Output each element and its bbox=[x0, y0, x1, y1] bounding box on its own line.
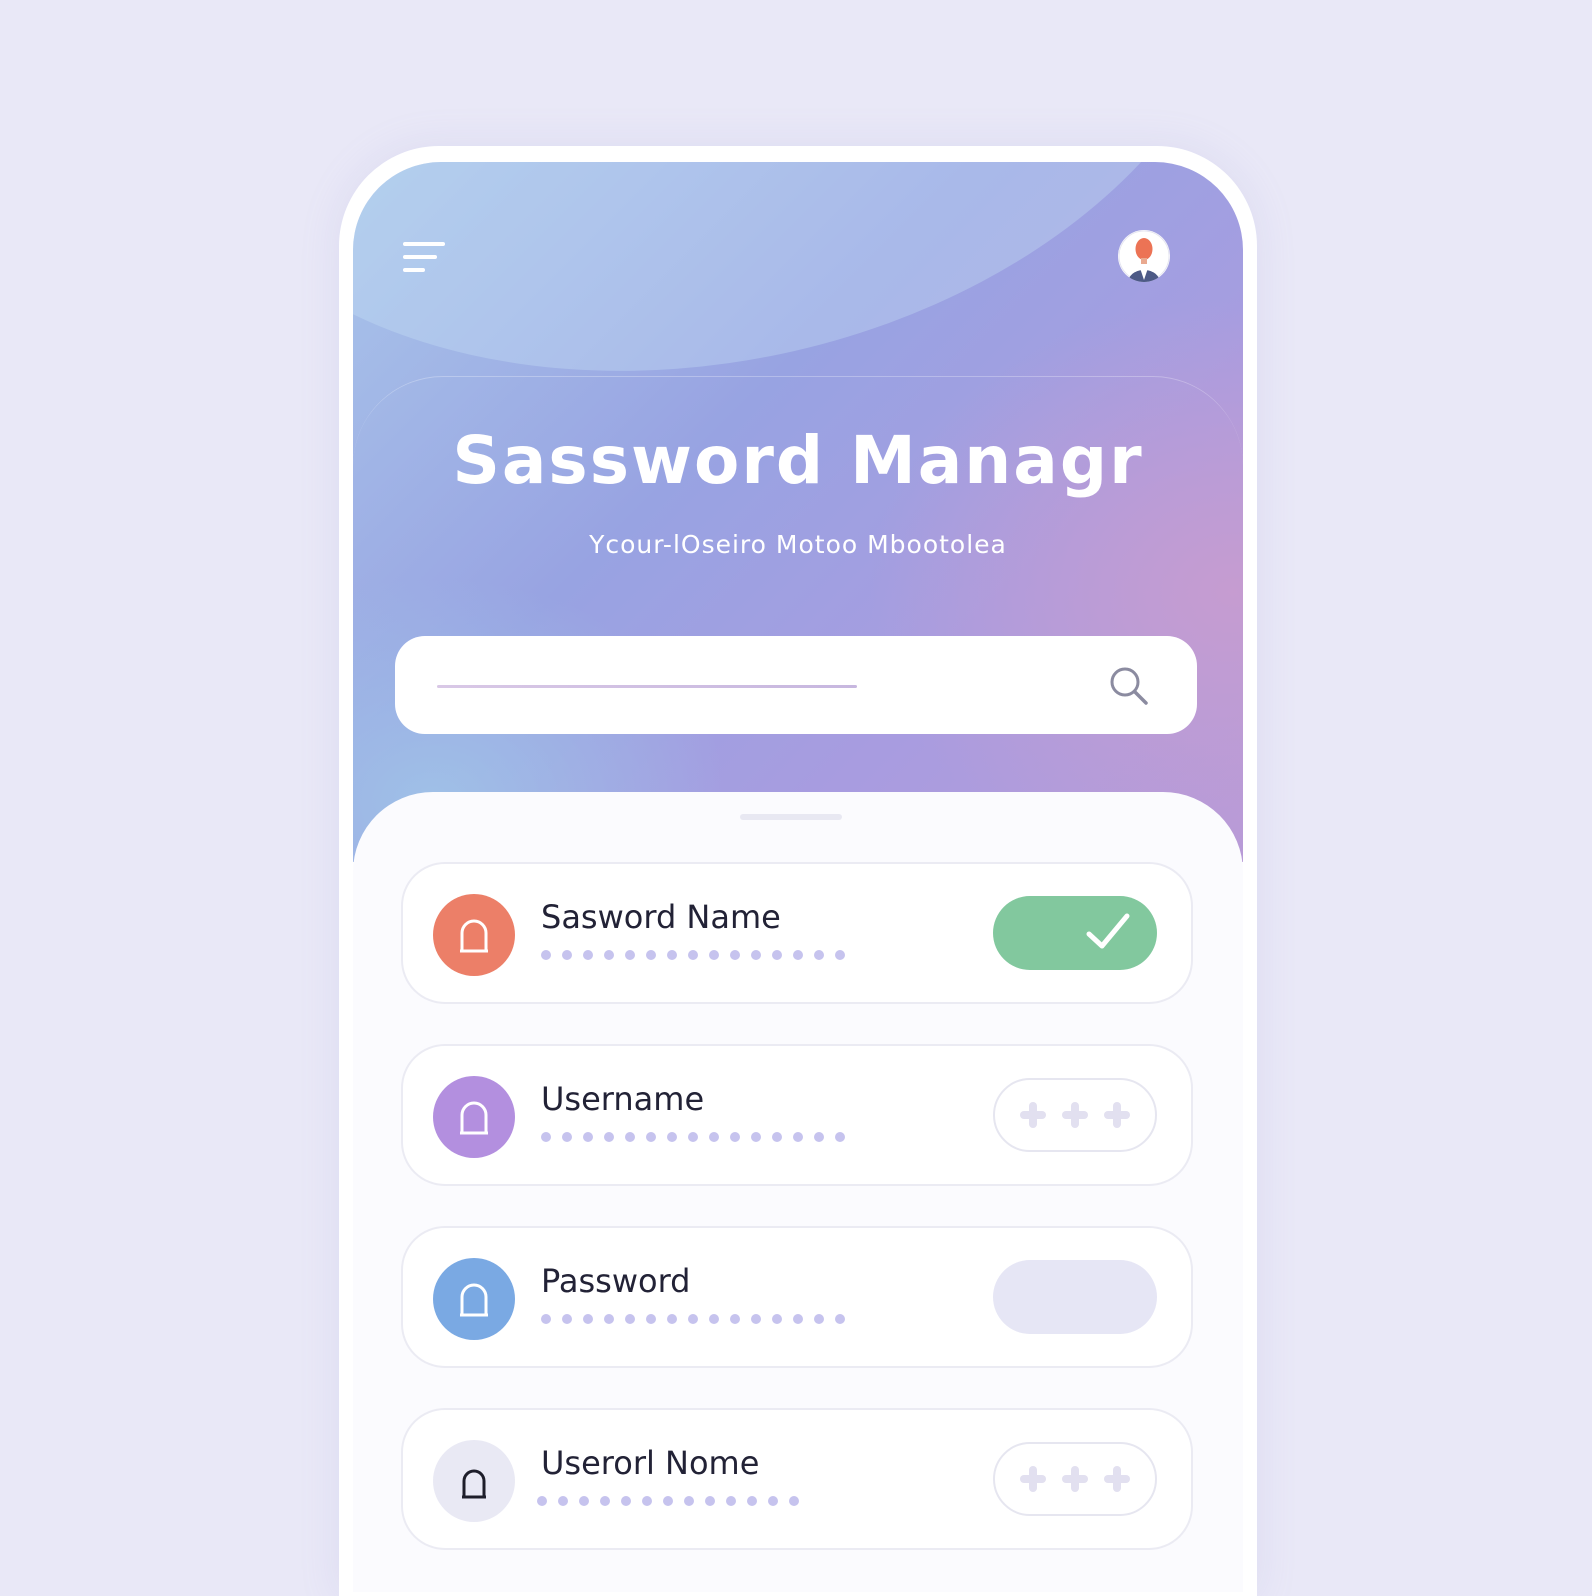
action-button[interactable] bbox=[993, 1260, 1157, 1334]
item-icon-badge bbox=[433, 894, 515, 976]
lock-icon bbox=[460, 1283, 488, 1317]
password-list-sheet: Sasword Name Username Password Userorl N… bbox=[353, 792, 1243, 1592]
masked-value bbox=[537, 1496, 799, 1508]
page-title: Sassword Managr bbox=[452, 422, 1144, 499]
search-input-text bbox=[437, 685, 857, 688]
item-icon-badge bbox=[433, 1258, 515, 1340]
list-item[interactable]: Userorl Nome bbox=[401, 1408, 1193, 1550]
search-input[interactable] bbox=[395, 636, 1197, 734]
phone-frame: Sassword Managr Ycour-lOseiro Motoo Mboo… bbox=[339, 146, 1257, 1596]
menu-icon[interactable] bbox=[403, 242, 447, 276]
list-item[interactable]: Sasword Name bbox=[401, 862, 1193, 1004]
list-item[interactable]: Username bbox=[401, 1044, 1193, 1186]
item-label: Username bbox=[541, 1080, 705, 1118]
page-subtitle: Ycour-lOseiro Motoo Mbootolea bbox=[589, 530, 1007, 559]
more-options-button[interactable] bbox=[993, 1078, 1157, 1152]
item-label: Userorl Nome bbox=[541, 1444, 760, 1482]
lock-icon bbox=[460, 1101, 488, 1135]
list-item[interactable]: Password bbox=[401, 1226, 1193, 1368]
avatar[interactable] bbox=[1118, 230, 1170, 282]
item-label: Sasword Name bbox=[541, 898, 781, 936]
checkmark-icon bbox=[1086, 913, 1130, 949]
verified-toggle[interactable] bbox=[993, 896, 1157, 970]
masked-value bbox=[541, 1132, 845, 1144]
search-icon[interactable] bbox=[1107, 664, 1151, 708]
masked-value bbox=[541, 950, 845, 962]
header-banner: Sassword Managr Ycour-lOseiro Motoo Mboo… bbox=[353, 162, 1243, 862]
sheet-drag-handle[interactable] bbox=[740, 814, 842, 820]
item-label: Password bbox=[541, 1262, 691, 1300]
more-options-button[interactable] bbox=[993, 1442, 1157, 1516]
user-avatar-icon bbox=[1118, 230, 1170, 282]
item-icon-badge bbox=[433, 1076, 515, 1158]
plus-dots-icon bbox=[1020, 1466, 1130, 1492]
lock-icon bbox=[462, 1469, 486, 1499]
item-icon-badge bbox=[433, 1440, 515, 1522]
plus-dots-icon bbox=[1020, 1102, 1130, 1128]
masked-value bbox=[541, 1314, 845, 1326]
lock-icon bbox=[460, 919, 488, 953]
